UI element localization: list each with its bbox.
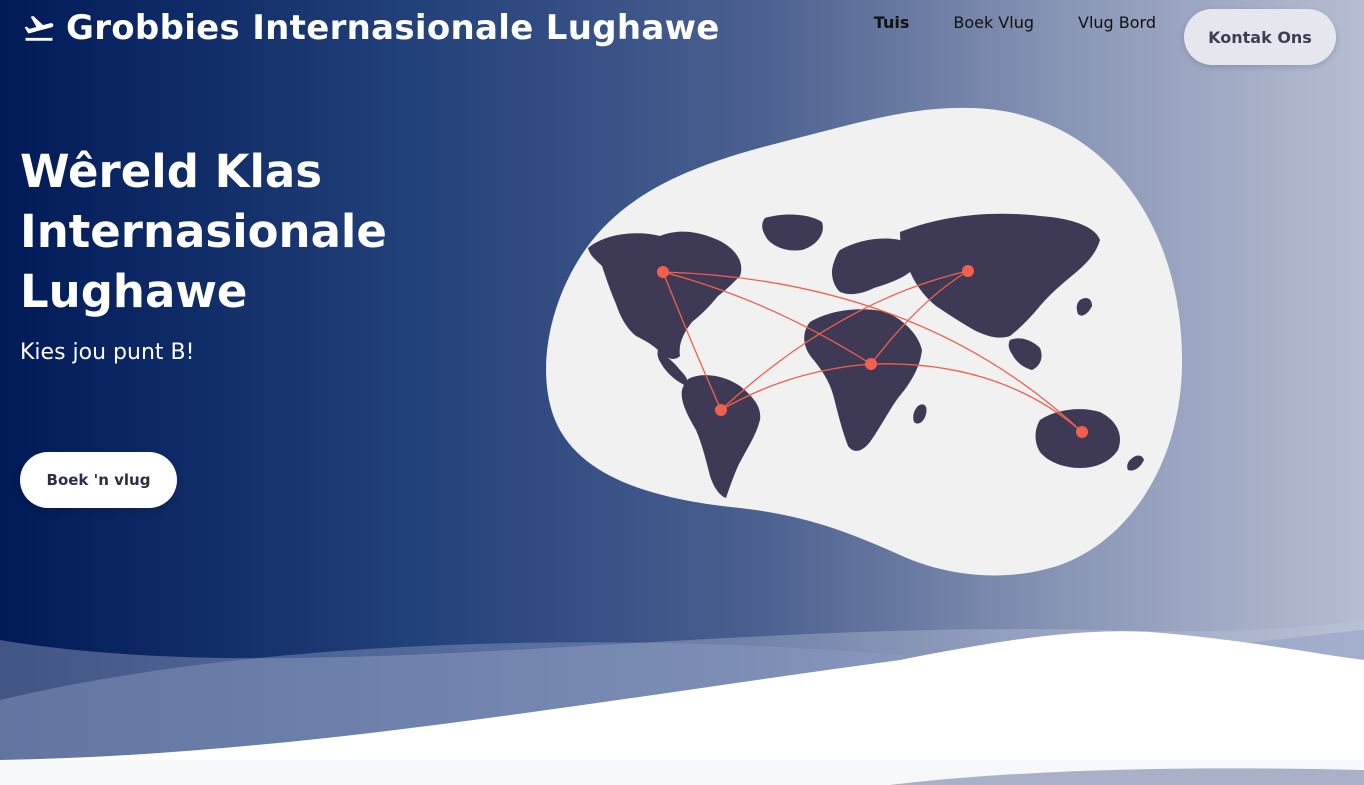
hero-section: Grobbies Internasionale Lughawe Tuis Boe… — [0, 0, 1364, 760]
site-title: Grobbies Internasionale Lughawe — [66, 8, 720, 48]
nav-link-vlug-bord[interactable]: Vlug Bord — [1056, 13, 1178, 32]
airport-marker-south-america — [715, 404, 727, 416]
airport-marker-africa — [865, 358, 877, 370]
airport-marker-north-america — [657, 266, 669, 278]
footer-wave-decoration — [890, 768, 1364, 785]
nav-link-boek-vlug[interactable]: Boek Vlug — [931, 13, 1056, 32]
hero-headline: Wêreld Klas Internasionale Lughawe — [20, 145, 387, 318]
main-nav: Tuis Boek Vlug Vlug Bord Kontak Ons — [852, 0, 1364, 65]
airport-marker-australia — [1076, 426, 1088, 438]
hero-subline: Kies jou punt B! — [20, 340, 195, 365]
book-flight-button[interactable]: Boek 'n vlug — [20, 452, 177, 508]
continent-australia — [1035, 409, 1120, 468]
hero-wave-decoration — [0, 620, 1364, 760]
world-map-illustration — [546, 107, 1183, 576]
contact-button[interactable]: Kontak Ons — [1184, 9, 1336, 65]
airplane-departure-icon — [24, 16, 54, 41]
airport-marker-asia — [962, 265, 974, 277]
nav-link-tuis[interactable]: Tuis — [852, 13, 932, 32]
brand[interactable]: Grobbies Internasionale Lughawe — [22, 8, 720, 48]
footer-wave — [890, 768, 1364, 785]
